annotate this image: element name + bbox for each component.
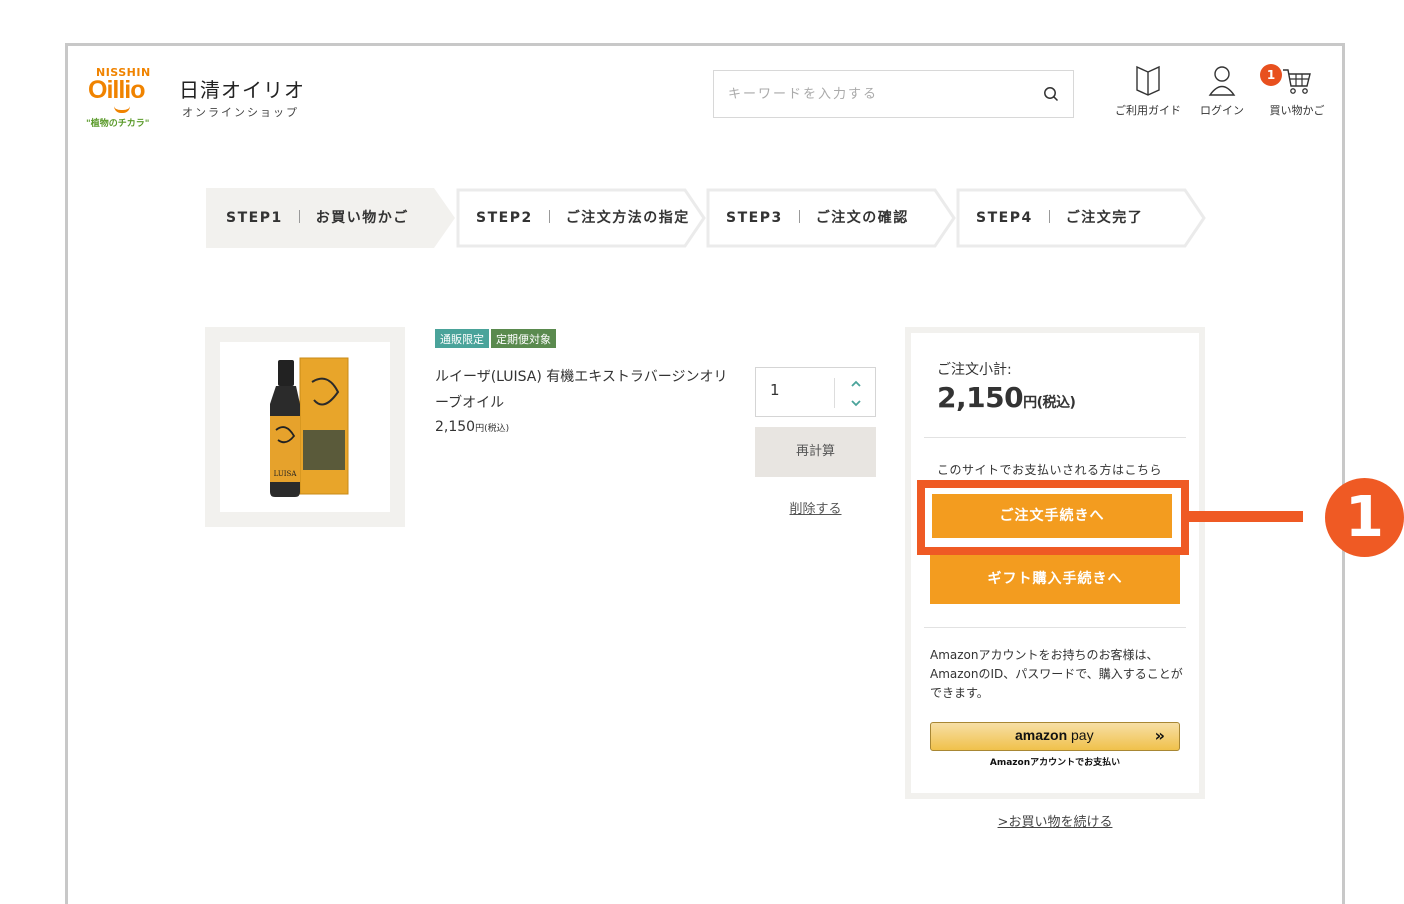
step-3-label: ご注文の確認: [815, 210, 909, 226]
cart-label: 買い物かご: [1269, 104, 1325, 117]
amazon-logo-text: amazon: [1015, 727, 1068, 743]
search-icon[interactable]: [1043, 86, 1059, 102]
chevron-down-icon[interactable]: [846, 393, 866, 409]
search-input[interactable]: [714, 71, 1024, 117]
continue-shopping-link[interactable]: >お買い物を続ける: [905, 811, 1205, 830]
subtotal-tax: (税込): [1036, 395, 1076, 411]
user-icon: [1208, 66, 1236, 96]
step-4-number: STEP4: [976, 210, 1033, 226]
amazon-pay-subtext: Amazonアカウントでお支払い: [989, 758, 1121, 768]
subtotal-label: ご注文小計:: [937, 362, 1012, 378]
subtotal-value: 2,150: [937, 381, 1024, 414]
logo-smile-icon: [114, 106, 130, 113]
login-link[interactable]: ログイン: [1196, 64, 1248, 118]
brand-title[interactable]: 日清オイリオ: [179, 74, 305, 103]
amazon-pay-text: pay: [1071, 727, 1094, 743]
amazon-pay-button[interactable]: amazon pay »: [930, 722, 1180, 751]
product-price-unit: 円(税込): [475, 424, 510, 434]
book-icon: [1136, 65, 1160, 96]
olive-oil-bottle-image: LUISA: [270, 357, 349, 497]
brand-subtitle: オンラインショップ: [182, 106, 299, 119]
bottle-label-text: LUISA: [274, 470, 298, 478]
chevron-up-icon[interactable]: [846, 374, 866, 390]
badge-subscription: 定期便対象: [491, 329, 556, 348]
login-label: ログイン: [1200, 104, 1244, 117]
cart-count-badge: 1: [1260, 64, 1282, 86]
divider: [924, 437, 1186, 438]
product-badges: 通販限定 定期便対象: [435, 328, 558, 348]
search-box: [713, 70, 1074, 118]
logo-tagline: "植物のチカラ": [86, 119, 150, 129]
amazon-pay-logo: amazon pay: [1015, 727, 1094, 743]
annotation-connector-line: [1189, 511, 1303, 522]
gift-checkout-button[interactable]: ギフト購入手続きへ: [930, 554, 1180, 604]
recalculate-button[interactable]: 再計算: [755, 427, 876, 477]
guide-label: ご利用ガイド: [1115, 104, 1181, 117]
quantity-divider: [834, 378, 835, 408]
annotation-number-badge: 1: [1325, 478, 1404, 557]
badge-mail-order-only: 通販限定: [435, 329, 489, 348]
logo-oillio-text: Oillio: [88, 76, 145, 104]
delete-link[interactable]: 削除する: [755, 498, 876, 517]
step-3-number: STEP3: [726, 210, 783, 226]
pay-on-site-note: このサイトでお支払いされる方はこちら: [937, 463, 1163, 477]
step-1-number: STEP1: [226, 210, 283, 226]
quantity-input[interactable]: [770, 381, 830, 399]
step-3: STEP3 ご注文の確認: [706, 188, 956, 248]
subtotal-amount: 2,150円(税込): [937, 381, 1076, 414]
quantity-stepper: [755, 367, 876, 417]
product-name[interactable]: ルイーザ(LUISA) 有機エキストラバージンオリーブオイル: [435, 364, 735, 416]
cart-icon: [1283, 69, 1311, 94]
checkout-steps: STEP1 お買い物かご STEP2 ご注文方法の指定 STEP3 ご注文の確認 ST…: [206, 188, 1206, 248]
browser-frame: NISSHIN Oillio "植物のチカラ" 日清オイリオ オンラインショップ…: [65, 43, 1345, 904]
step-2-number: STEP2: [476, 210, 533, 226]
guide-link[interactable]: ご利用ガイド: [1110, 64, 1186, 118]
step-4: STEP4 ご注文完了: [956, 188, 1206, 248]
step-1-label: お買い物かご: [315, 210, 409, 226]
subtotal-yen: 円: [1023, 395, 1037, 411]
step-1: STEP1 お買い物かご: [206, 188, 456, 248]
order-summary: ご注文小計: 2,150円(税込) このサイトでお支払いされる方はこちら ご注文…: [905, 327, 1205, 799]
double-chevron-icon: »: [1154, 726, 1165, 745]
nisshin-oillio-logo[interactable]: NISSHIN Oillio "植物のチカラ": [86, 64, 166, 129]
product-price: 2,150円(税込): [435, 419, 509, 435]
product-image[interactable]: LUISA: [205, 327, 405, 527]
annotation-highlight-box: [917, 480, 1189, 555]
divider: [924, 627, 1186, 628]
step-2: STEP2 ご注文方法の指定: [456, 188, 706, 248]
step-4-label: ご注文完了: [1065, 210, 1144, 226]
product-price-value: 2,150: [435, 419, 476, 435]
amazon-note: Amazonアカウントをお持ちのお客様は、AmazonのID、パスワードで、購入…: [930, 648, 1183, 700]
step-2-label: ご注文方法の指定: [565, 210, 690, 226]
